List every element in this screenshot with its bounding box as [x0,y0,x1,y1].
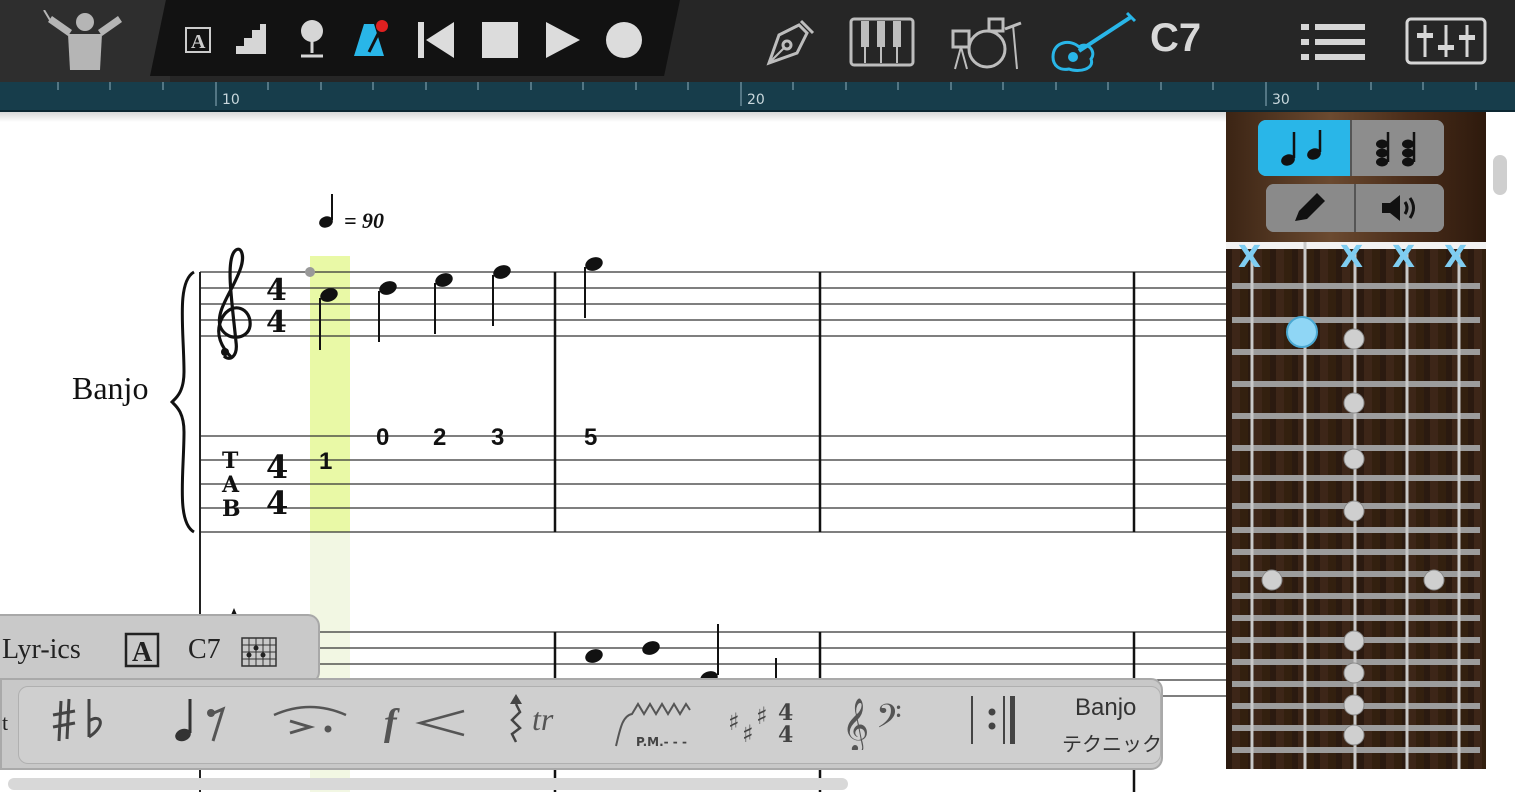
mixer-icon[interactable] [1404,16,1488,66]
palette-clipped-label: t [2,710,9,735]
piano-keyboard-icon[interactable] [848,16,916,68]
svg-text:A: A [132,637,153,668]
banjo-technique-button[interactable]: Banjo [1075,694,1136,722]
chord-symbol-display[interactable]: C7 [1150,16,1201,61]
banjo-fretboard-panel: X X X X [1226,112,1486,769]
conductor-icon[interactable] [40,8,130,72]
horizontal-scrollbar[interactable] [8,778,848,790]
top-toolbar: A C7 [0,0,1515,82]
instrument-name[interactable]: Banjo [72,370,148,407]
muted-string-marker[interactable]: X [1238,240,1261,275]
dynamics-icon[interactable]: f [380,690,470,750]
key-signature-icon[interactable]: ♯ ♯ ♯ 4 4 [726,690,806,750]
music-notation-app: A C7 10 20 30 4 4 T A B 4 4 = 90 Banjo 1… [0,0,1515,793]
ruler-mark-30: 30 [1272,92,1290,108]
svg-text:4: 4 [266,305,287,340]
tempo-value[interactable]: = 90 [344,208,384,234]
accidentals-icon[interactable] [48,690,114,750]
repeat-barline-icon[interactable] [962,690,1022,750]
stop-icon[interactable] [478,18,522,62]
svg-text:4: 4 [266,448,288,486]
text-box-icon[interactable]: A [182,24,214,56]
clef-icon[interactable]: 𝄞 𝄢 [840,690,920,750]
svg-text:♯: ♯ [728,708,740,736]
svg-text:♯: ♯ [742,720,754,748]
svg-text:4: 4 [266,273,287,308]
play-icon[interactable] [540,18,584,62]
svg-text:4: 4 [778,722,793,748]
svg-text:T: T [222,448,239,474]
metronome-icon[interactable] [348,16,390,60]
fret-strings [1232,242,1480,769]
trill-icon[interactable]: tr [502,690,572,750]
chord-name-button[interactable]: C7 [188,634,221,666]
svg-text:♯: ♯ [756,702,768,730]
ruler-mark-10: 10 [222,92,240,108]
record-icon[interactable] [602,18,646,62]
lyrics-button[interactable]: Lyr-ics [2,634,81,666]
list-menu-icon[interactable] [1300,20,1368,64]
svg-text:f: f [384,702,400,744]
chord-diagram-icon[interactable] [240,634,280,670]
ruler-mark-20: 20 [747,92,765,108]
tab-number[interactable]: 3 [491,424,504,452]
muted-string-marker[interactable]: X [1444,240,1467,275]
svg-text:tr: tr [532,701,554,737]
palm-mute-icon[interactable]: P.M.- - - [612,690,702,750]
svg-text:P.M.- - -: P.M.- - - [636,735,687,749]
svg-text:4: 4 [266,484,288,522]
articulation-icon[interactable] [270,690,350,750]
step-input-icon[interactable] [232,22,270,58]
muted-string-marker[interactable]: X [1392,240,1415,275]
pin-icon[interactable] [294,18,330,60]
muted-string-marker[interactable]: X [1340,240,1363,275]
svg-text:𝄞: 𝄞 [842,697,869,750]
tempo-quarter-note-icon [319,194,333,228]
tab-number[interactable]: 1 [319,448,332,476]
measure-ruler[interactable]: 10 20 30 [0,82,1515,112]
notation-tool-palette: t f tr P.M.- - - ♯ ♯ ♯ 4 4 𝄞 𝄢 [0,678,1163,770]
skip-to-start-icon[interactable] [414,18,458,62]
tab-number[interactable]: 0 [376,424,389,452]
note-rest-icon[interactable] [162,690,232,750]
lyrics-chord-palette: Lyr-ics A C7 [0,614,320,684]
drum-kit-icon[interactable] [948,10,1024,72]
guitar-icon[interactable] [1048,10,1138,74]
banjo-technique-label[interactable]: テクニック [1062,728,1162,757]
tab-number[interactable]: 2 [433,424,446,452]
svg-text:A: A [191,31,206,53]
vertical-scrollbar[interactable] [1493,155,1507,195]
svg-text:A: A [221,472,240,498]
svg-text:B: B [222,496,241,522]
finger-position-marker[interactable] [1286,316,1318,348]
svg-text:𝄢: 𝄢 [876,698,902,744]
tab-number[interactable]: 5 [584,424,597,452]
pen-nib-icon[interactable] [762,14,818,68]
text-box-icon[interactable]: A [124,632,160,668]
